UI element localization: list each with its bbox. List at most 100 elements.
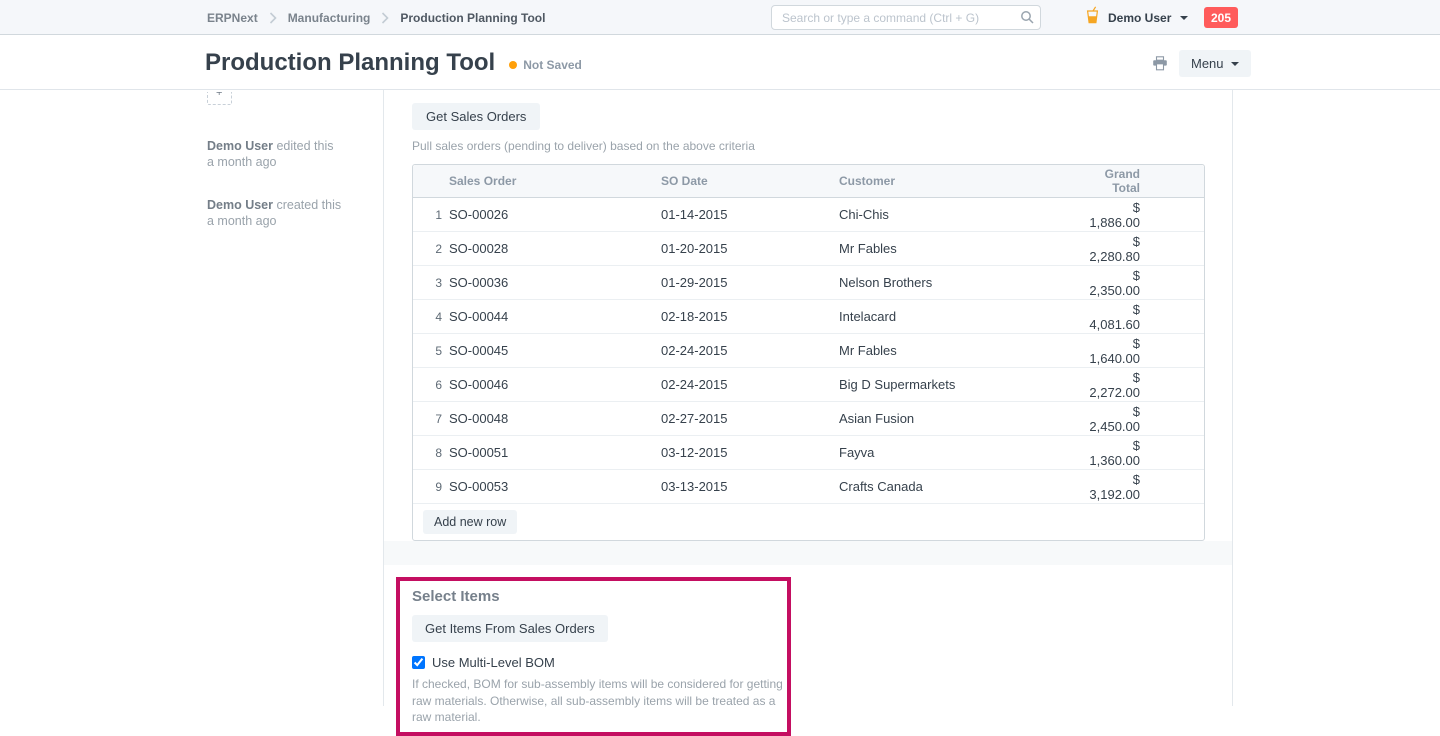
table-row[interactable]: 9SO-0005303-13-2015Crafts Canada$ 3,192.… <box>413 470 1204 504</box>
page-header: Production Planning Tool Not Saved Menu <box>0 36 1440 90</box>
not-saved-dot-icon <box>509 61 517 69</box>
cell-cust: Mr Fables <box>839 241 1085 256</box>
table-row[interactable]: 4SO-0004402-18-2015Intelacard$ 4,081.60 <box>413 300 1204 334</box>
cell-idx: 5 <box>413 344 449 358</box>
table-row[interactable]: 1SO-0002601-14-2015Chi-Chis$ 1,886.00 <box>413 198 1204 232</box>
global-search <box>771 5 1041 30</box>
cell-total: $ 2,280.80 <box>1085 234 1204 264</box>
save-status-label: Not Saved <box>523 58 582 72</box>
breadcrumb: ERPNext Manufacturing Production Plannin… <box>207 0 545 35</box>
cell-cust: Intelacard <box>839 309 1085 324</box>
column-header-grand-total: Grand Total <box>1085 167 1204 195</box>
cell-total: $ 2,272.00 <box>1085 370 1204 400</box>
cell-cust: Fayva <box>839 445 1085 460</box>
content-right-divider <box>1232 90 1233 706</box>
sales-orders-table: Sales Order SO Date Customer Grand Total… <box>412 164 1205 541</box>
cell-cust: Asian Fusion <box>839 411 1085 426</box>
cell-so: SO-00046 <box>449 377 661 392</box>
cell-so: SO-00028 <box>449 241 661 256</box>
search-icon <box>1020 10 1034 29</box>
table-row[interactable]: 8SO-0005103-12-2015Fayva$ 1,360.00 <box>413 436 1204 470</box>
caret-down-icon <box>1180 16 1188 20</box>
notification-count-badge[interactable]: 205 <box>1204 7 1238 28</box>
top-navbar: ERPNext Manufacturing Production Plannin… <box>0 0 1440 35</box>
menu-button-label: Menu <box>1191 56 1224 71</box>
activity-user: Demo User <box>207 198 273 212</box>
cell-cust: Crafts Canada <box>839 479 1085 494</box>
cell-total: $ 2,350.00 <box>1085 268 1204 298</box>
table-row[interactable]: 3SO-0003601-29-2015Nelson Brothers$ 2,35… <box>413 266 1204 300</box>
cell-date: 01-14-2015 <box>661 207 839 222</box>
use-multi-level-bom-label: Use Multi-Level BOM <box>432 655 555 670</box>
cell-total: $ 1,886.00 <box>1085 200 1204 230</box>
table-footer: Add new row <box>413 504 1204 540</box>
cell-total: $ 4,081.60 <box>1085 302 1204 332</box>
cell-so: SO-00044 <box>449 309 661 324</box>
table-row[interactable]: 2SO-0002801-20-2015Mr Fables$ 2,280.80 <box>413 232 1204 266</box>
activity-action: created this <box>276 198 341 212</box>
cell-cust: Nelson Brothers <box>839 275 1085 290</box>
table-row[interactable]: 5SO-0004502-24-2015Mr Fables$ 1,640.00 <box>413 334 1204 368</box>
cell-idx: 8 <box>413 446 449 460</box>
use-multi-level-bom-checkbox[interactable] <box>412 656 425 669</box>
table-row[interactable]: 6SO-0004602-24-2015Big D Supermarkets$ 2… <box>413 368 1204 402</box>
cell-idx: 2 <box>413 242 449 256</box>
cell-idx: 9 <box>413 480 449 494</box>
add-new-row-button[interactable]: Add new row <box>423 510 517 534</box>
get-sales-orders-button[interactable]: Get Sales Orders <box>412 103 540 130</box>
section-separator <box>384 541 1232 565</box>
cell-total: $ 2,450.00 <box>1085 404 1204 434</box>
page-title: Production Planning Tool <box>205 49 495 77</box>
cell-idx: 3 <box>413 276 449 290</box>
form-sidebar: + Demo User edited this a month ago Demo… <box>207 90 372 229</box>
cell-so: SO-00048 <box>449 411 661 426</box>
column-header-so-date: SO Date <box>661 174 839 188</box>
cell-date: 03-12-2015 <box>661 445 839 460</box>
bom-help-text: If checked, BOM for sub-assembly items w… <box>412 676 784 725</box>
table-rows: 1SO-0002601-14-2015Chi-Chis$ 1,886.002SO… <box>413 198 1204 504</box>
save-status-indicator: Not Saved <box>509 58 582 72</box>
page-content: + Demo User edited this a month ago Demo… <box>0 90 1440 706</box>
cell-total: $ 1,640.00 <box>1085 336 1204 366</box>
cell-date: 02-24-2015 <box>661 343 839 358</box>
cell-so: SO-00036 <box>449 275 661 290</box>
activity-user: Demo User <box>207 139 273 153</box>
chevron-right-icon <box>269 12 277 24</box>
get-items-from-sales-orders-button[interactable]: Get Items From Sales Orders <box>412 615 608 642</box>
cell-so: SO-00053 <box>449 479 661 494</box>
column-header-sales-order: Sales Order <box>449 174 661 188</box>
sales-orders-help-text: Pull sales orders (pending to deliver) b… <box>412 139 1204 153</box>
cell-date: 01-29-2015 <box>661 275 839 290</box>
cell-total: $ 3,192.00 <box>1085 472 1204 502</box>
print-icon[interactable] <box>1152 56 1168 76</box>
add-attachment-button[interactable]: + <box>207 92 234 107</box>
menu-button[interactable]: Menu <box>1179 50 1251 77</box>
cell-cust: Chi-Chis <box>839 207 1085 222</box>
activity-time: a month ago <box>207 155 277 169</box>
activity-entry: Demo User edited this a month ago <box>207 138 372 170</box>
cell-total: $ 1,360.00 <box>1085 438 1204 468</box>
breadcrumb-manufacturing[interactable]: Manufacturing <box>288 11 371 25</box>
search-input[interactable] <box>771 5 1041 30</box>
table-row[interactable]: 7SO-0004802-27-2015Asian Fusion$ 2,450.0… <box>413 402 1204 436</box>
activity-time: a month ago <box>207 214 277 228</box>
cell-idx: 4 <box>413 310 449 324</box>
activity-action: edited this <box>276 139 333 153</box>
sales-orders-section: Get Sales Orders Pull sales orders (pend… <box>384 90 1232 541</box>
form-body: Get Sales Orders Pull sales orders (pend… <box>384 90 1232 706</box>
annotation-highlight-box: Select Items Get Items From Sales Orders… <box>396 577 791 736</box>
cell-date: 02-24-2015 <box>661 377 839 392</box>
user-name: Demo User <box>1108 11 1171 25</box>
user-menu[interactable]: Demo User <box>1086 0 1188 35</box>
cell-idx: 6 <box>413 378 449 392</box>
cell-so: SO-00045 <box>449 343 661 358</box>
breadcrumb-erpnext[interactable]: ERPNext <box>207 11 258 25</box>
chevron-right-icon <box>381 12 389 24</box>
select-items-heading: Select Items <box>412 588 777 605</box>
breadcrumb-current-page: Production Planning Tool <box>400 11 545 25</box>
table-header-row: Sales Order SO Date Customer Grand Total <box>413 165 1204 198</box>
column-header-customer: Customer <box>839 174 1085 188</box>
cell-date: 02-27-2015 <box>661 411 839 426</box>
activity-entry: Demo User created this a month ago <box>207 197 372 229</box>
cell-date: 03-13-2015 <box>661 479 839 494</box>
